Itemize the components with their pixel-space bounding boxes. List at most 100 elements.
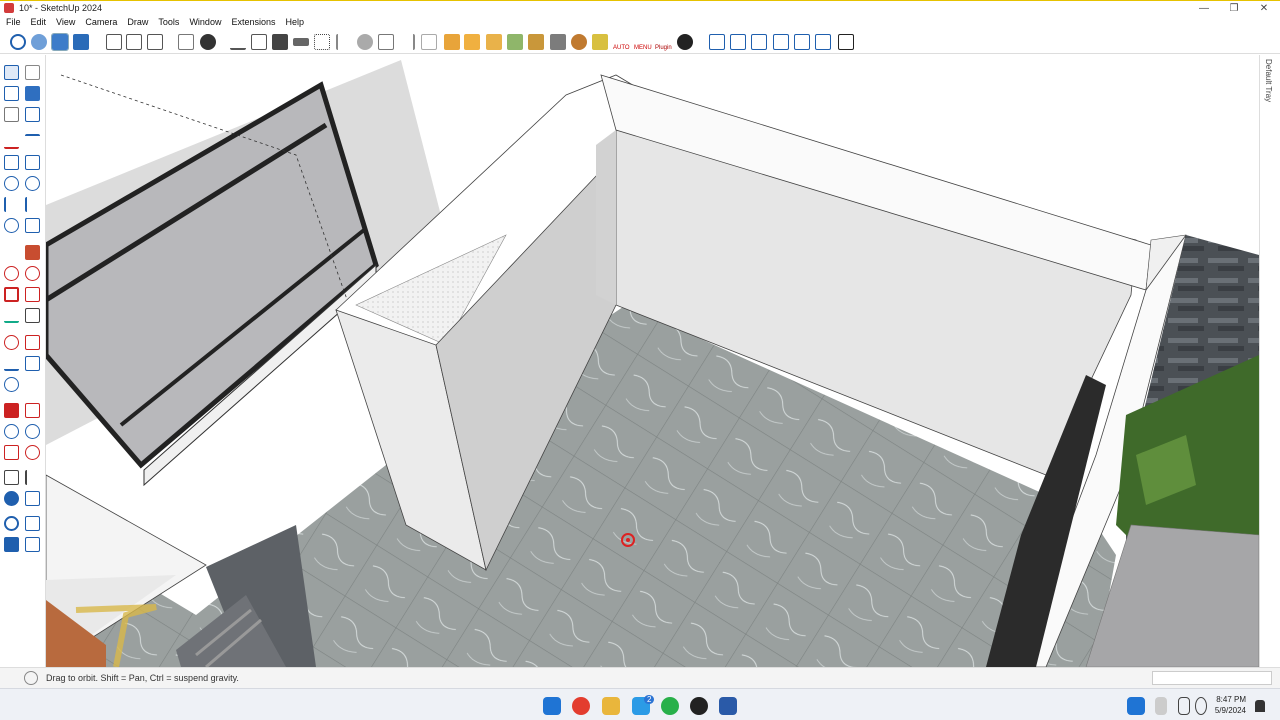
zoom-extents-tool-icon[interactable] bbox=[4, 445, 19, 460]
network-icon[interactable] bbox=[1178, 697, 1190, 715]
camera-icon[interactable] bbox=[272, 34, 288, 50]
tape-tool-icon[interactable] bbox=[4, 335, 19, 350]
help-icon[interactable] bbox=[677, 34, 693, 50]
auto-button[interactable]: AUTO bbox=[613, 34, 630, 51]
layers-icon[interactable] bbox=[4, 537, 19, 552]
menu-file[interactable]: File bbox=[6, 17, 21, 27]
section-fill-icon[interactable] bbox=[25, 403, 40, 418]
clock-time[interactable]: 8:47 PM bbox=[1216, 695, 1246, 704]
hook-icon[interactable] bbox=[399, 34, 415, 50]
components-icon[interactable] bbox=[528, 34, 544, 50]
minimize-button[interactable]: — bbox=[1189, 1, 1219, 16]
flip-edge-icon[interactable] bbox=[25, 537, 40, 552]
previous-view-icon[interactable] bbox=[25, 445, 40, 460]
push-icon[interactable] bbox=[336, 34, 352, 50]
eraser-tool-icon[interactable] bbox=[25, 86, 40, 101]
file-explorer-icon[interactable] bbox=[602, 697, 620, 715]
axes-tool-icon[interactable] bbox=[4, 308, 19, 323]
sound-icon[interactable] bbox=[25, 491, 40, 506]
3d-text-icon[interactable] bbox=[25, 377, 40, 392]
tape-icon[interactable] bbox=[378, 34, 394, 50]
top-view-icon[interactable] bbox=[730, 34, 746, 50]
sphere-icon[interactable] bbox=[357, 34, 373, 50]
pen-icon[interactable] bbox=[4, 356, 19, 371]
whatsapp-icon[interactable] bbox=[661, 697, 679, 715]
chrome-icon[interactable] bbox=[572, 697, 590, 715]
rotate-icon[interactable] bbox=[4, 266, 19, 281]
close-button[interactable]: ✕ bbox=[1249, 1, 1279, 16]
pushpull-tool-icon[interactable] bbox=[25, 245, 40, 260]
plugin-button[interactable]: Plugin bbox=[655, 34, 672, 51]
info-icon[interactable] bbox=[24, 671, 38, 685]
menu-window[interactable]: Window bbox=[189, 17, 221, 27]
front-view-icon[interactable] bbox=[751, 34, 767, 50]
plugin-icon[interactable] bbox=[550, 34, 566, 50]
polygon-icon[interactable] bbox=[25, 176, 40, 191]
sketchup-taskbar-icon[interactable] bbox=[719, 697, 737, 715]
two-point-arc-icon[interactable] bbox=[25, 197, 40, 212]
protractor-tool-icon[interactable] bbox=[25, 335, 40, 350]
tray-chevron-icon[interactable] bbox=[1155, 697, 1167, 715]
start-icon[interactable] bbox=[543, 697, 561, 715]
arc-icon[interactable] bbox=[4, 197, 19, 212]
zoom-tool-icon[interactable] bbox=[4, 424, 19, 439]
notification-bell-icon[interactable] bbox=[1255, 700, 1265, 712]
obs-icon[interactable] bbox=[690, 697, 708, 715]
axes-icon[interactable] bbox=[464, 34, 480, 50]
clock-date[interactable]: 5/9/2024 bbox=[1215, 706, 1246, 715]
dimension-tool-icon[interactable] bbox=[25, 308, 40, 323]
rectangle-icon[interactable] bbox=[4, 155, 19, 170]
building-icon[interactable] bbox=[507, 34, 523, 50]
look-around-icon[interactable] bbox=[4, 377, 19, 392]
volume-icon[interactable] bbox=[1195, 697, 1207, 715]
back-view-icon[interactable] bbox=[794, 34, 810, 50]
select-icon[interactable] bbox=[106, 34, 122, 50]
pencil-icon[interactable] bbox=[4, 134, 19, 149]
style-icon[interactable] bbox=[178, 34, 194, 50]
menu-camera[interactable]: Camera bbox=[85, 17, 117, 27]
left-view-icon[interactable] bbox=[815, 34, 831, 50]
label-icon[interactable] bbox=[25, 356, 40, 371]
eye-icon[interactable] bbox=[4, 491, 19, 506]
zoom-window-icon[interactable] bbox=[25, 424, 40, 439]
menu-button[interactable]: MENU bbox=[634, 34, 652, 51]
folder-icon[interactable] bbox=[486, 34, 502, 50]
wand-icon[interactable] bbox=[571, 34, 587, 50]
menu-view[interactable]: View bbox=[56, 17, 75, 27]
eraser-icon[interactable] bbox=[126, 34, 142, 50]
zoom-extents-icon[interactable] bbox=[73, 34, 89, 50]
three-point-arc-icon[interactable] bbox=[4, 218, 19, 233]
offset-icon[interactable] bbox=[25, 287, 40, 302]
select-tool-icon[interactable] bbox=[4, 65, 19, 80]
gold-icon[interactable] bbox=[592, 34, 608, 50]
menu-help[interactable]: Help bbox=[285, 17, 304, 27]
sandbox-icon[interactable] bbox=[4, 516, 19, 531]
position-camera-icon[interactable] bbox=[4, 470, 19, 485]
follow-me-icon[interactable] bbox=[25, 266, 40, 281]
maximize-button[interactable]: ❐ bbox=[1219, 1, 1249, 16]
pushpull-icon[interactable] bbox=[251, 34, 267, 50]
section-icon[interactable] bbox=[293, 38, 309, 46]
line-icon[interactable] bbox=[230, 34, 246, 50]
right-view-icon[interactable] bbox=[773, 34, 789, 50]
paint-icon[interactable] bbox=[147, 34, 163, 50]
mic-icon[interactable] bbox=[1127, 697, 1145, 715]
freehand-icon[interactable] bbox=[25, 134, 40, 149]
pie-icon[interactable] bbox=[25, 218, 40, 233]
orbit-icon[interactable] bbox=[10, 34, 26, 50]
user-icon[interactable] bbox=[200, 34, 216, 50]
menu-tools[interactable]: Tools bbox=[158, 17, 179, 27]
text-icon[interactable] bbox=[444, 34, 460, 50]
scale-icon[interactable] bbox=[4, 287, 19, 302]
pan-icon[interactable] bbox=[31, 34, 47, 50]
smoove-icon[interactable] bbox=[25, 516, 40, 531]
move-icon[interactable] bbox=[4, 245, 19, 260]
iso-view-icon[interactable] bbox=[709, 34, 725, 50]
window-view-icon[interactable] bbox=[838, 34, 854, 50]
menu-extensions[interactable]: Extensions bbox=[231, 17, 275, 27]
menu-edit[interactable]: Edit bbox=[31, 17, 47, 27]
rotated-rectangle-icon[interactable] bbox=[25, 155, 40, 170]
default-tray[interactable]: Default Tray bbox=[1259, 55, 1280, 667]
menu-draw[interactable]: Draw bbox=[127, 17, 148, 27]
tape-measure-icon[interactable] bbox=[4, 107, 19, 122]
